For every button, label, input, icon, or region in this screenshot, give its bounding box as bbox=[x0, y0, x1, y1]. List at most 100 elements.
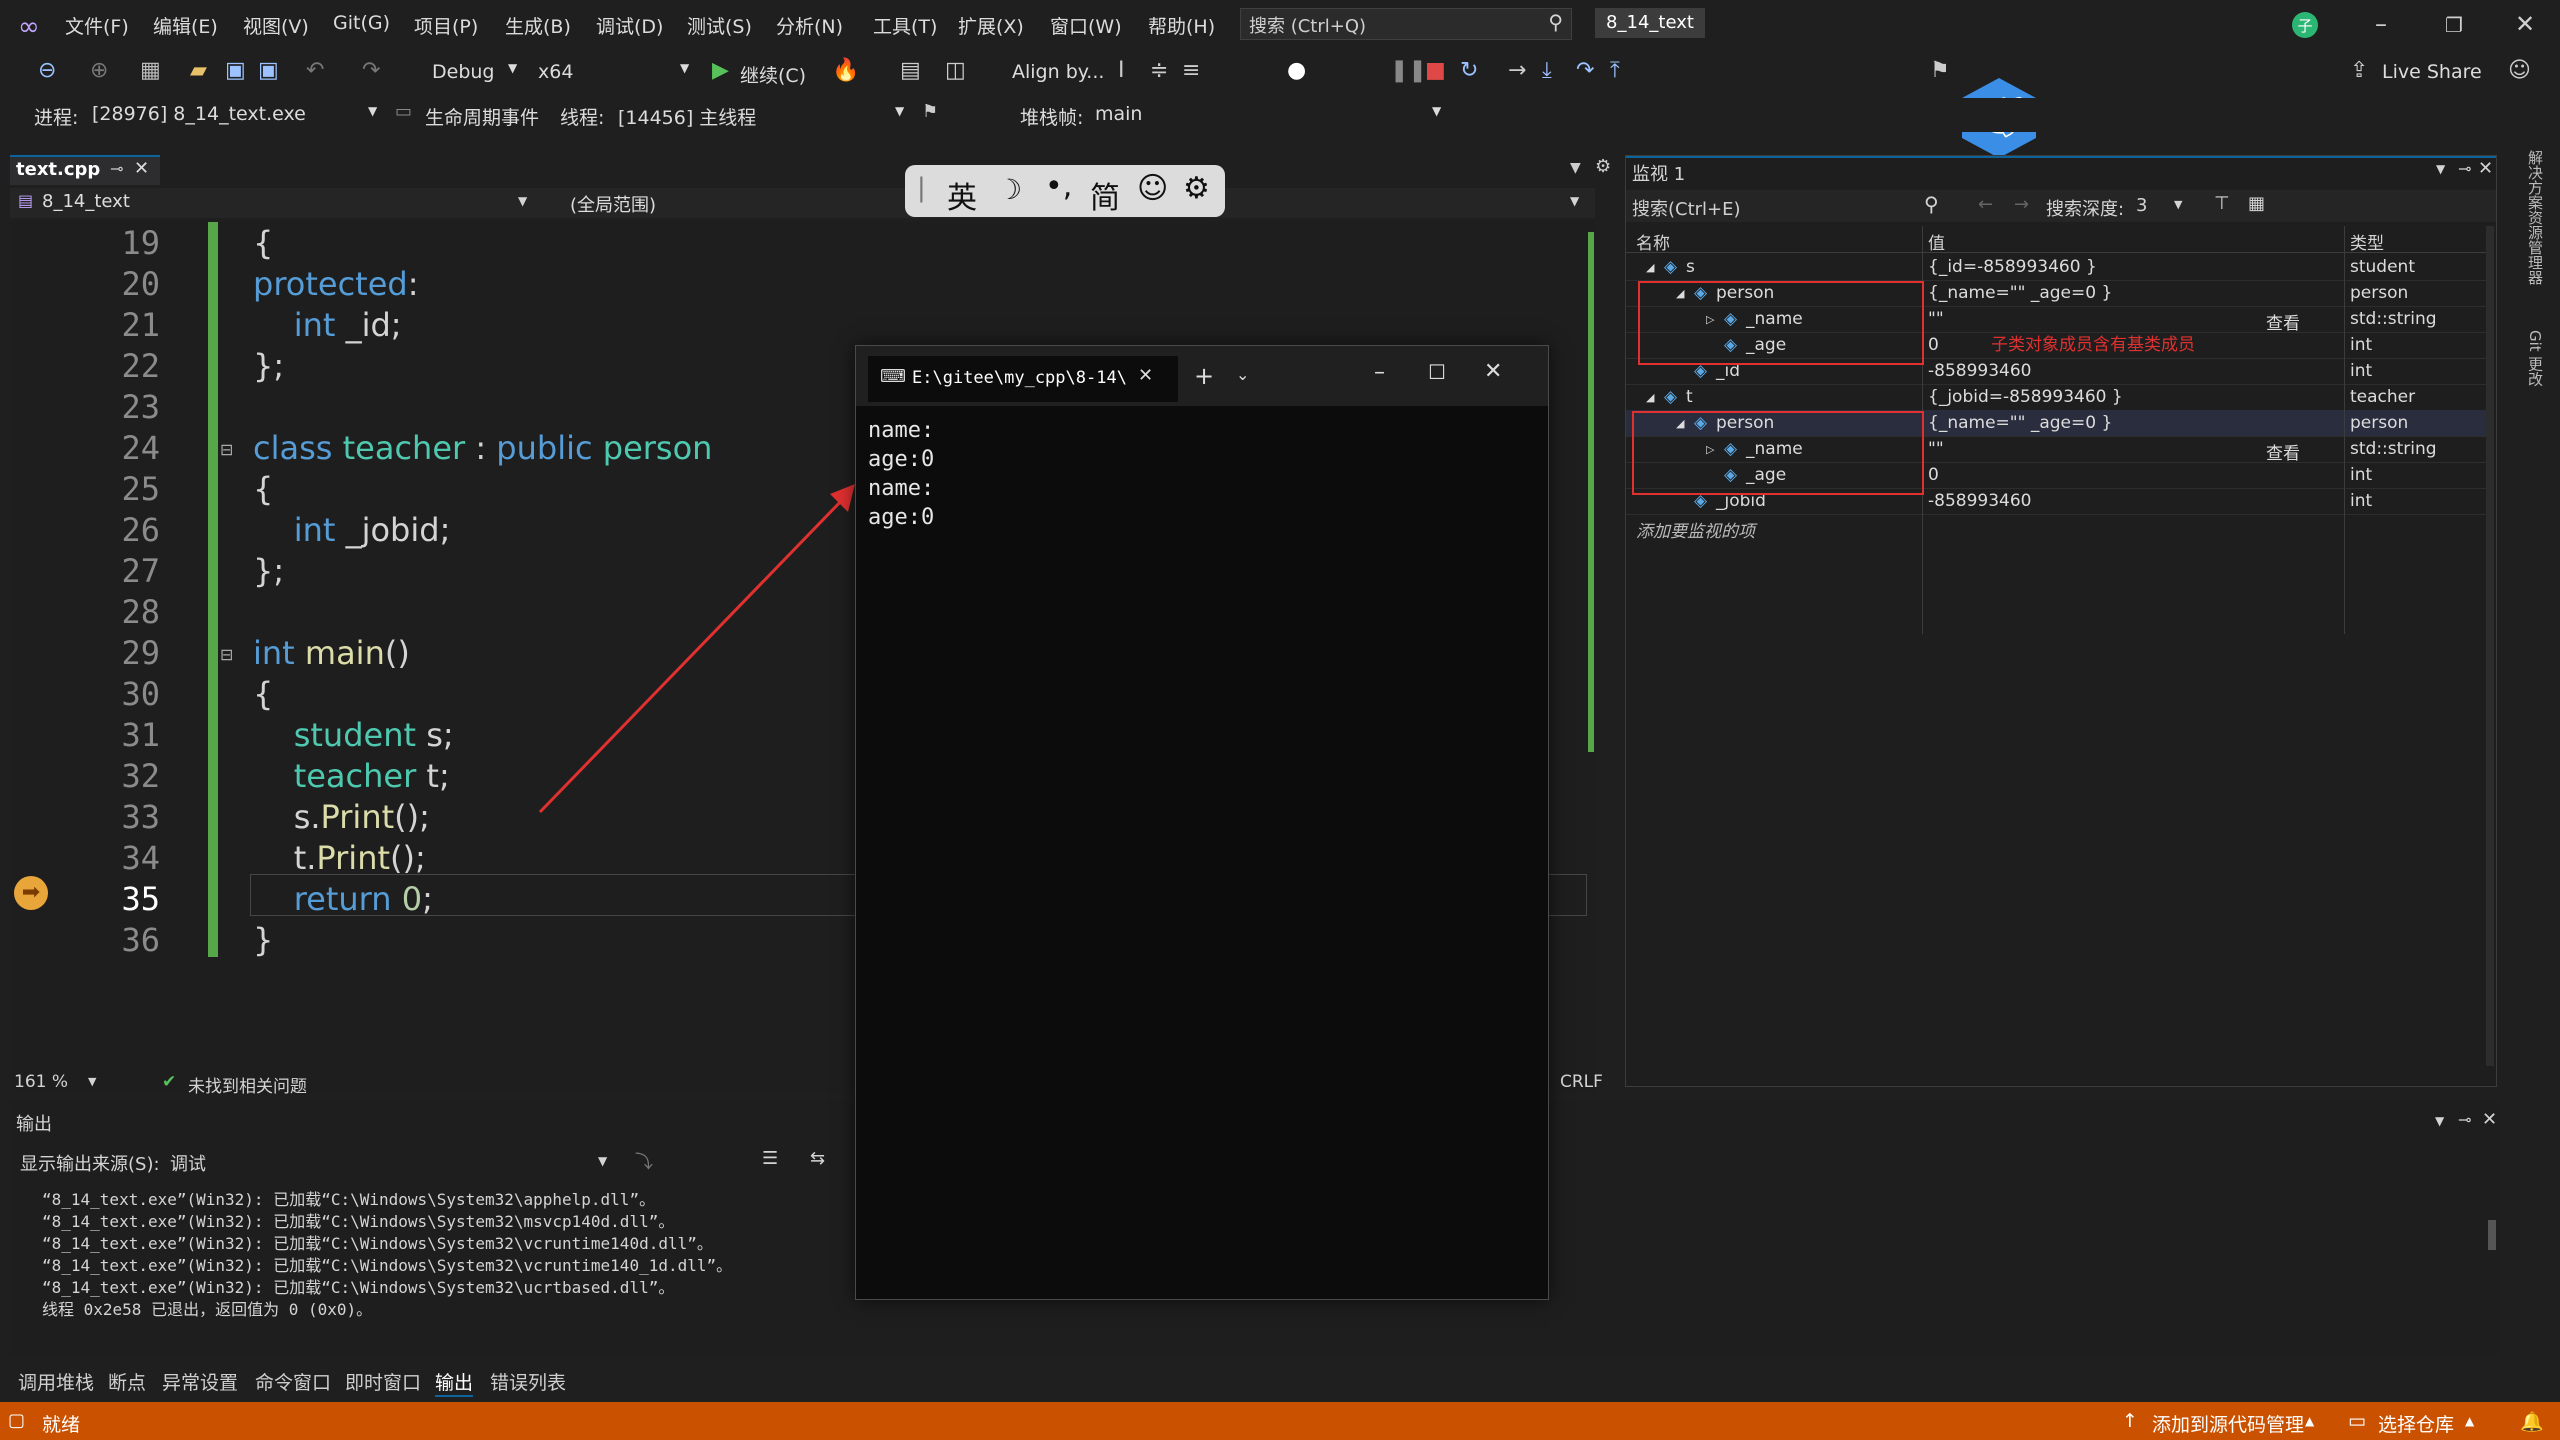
live-share-button[interactable]: Live Share bbox=[2382, 61, 2482, 83]
align-equal-icon[interactable]: ≡ bbox=[1182, 58, 1200, 83]
save-icon[interactable]: ▣ bbox=[225, 58, 246, 83]
tool-tab-5[interactable]: 输出 bbox=[435, 1368, 474, 1397]
scope-dropdown[interactable]: (全局范围) bbox=[570, 191, 656, 217]
select-repo-button[interactable]: 选择仓库 bbox=[2378, 1410, 2454, 1437]
menu-item-2[interactable]: 视图(V) bbox=[243, 12, 309, 39]
save-all-icon[interactable]: ▣ bbox=[258, 58, 279, 83]
project-dropdown[interactable]: 8_14_text bbox=[42, 191, 130, 212]
diagnostics-icon[interactable]: ▤ bbox=[900, 58, 921, 83]
pin-icon[interactable]: ⊸ bbox=[110, 159, 123, 178]
watch-value[interactable]: {_name="" _age=0 } bbox=[1928, 283, 2112, 303]
menu-item-12[interactable]: 帮助(H) bbox=[1148, 12, 1215, 39]
zoom-level[interactable]: 161 % bbox=[14, 1072, 68, 1092]
watch-value[interactable]: {_id=-858993460 } bbox=[1928, 257, 2097, 277]
expand-chevron-icon[interactable]: ◢ bbox=[1646, 261, 1654, 274]
col-header-name[interactable]: 名称 bbox=[1636, 229, 1670, 254]
output-scrollbar[interactable] bbox=[2488, 1220, 2496, 1250]
col-header-type[interactable]: 类型 bbox=[2350, 229, 2384, 254]
output-source-dropdown[interactable]: 调试 bbox=[170, 1150, 206, 1176]
vs-logo-icon[interactable]: ∞ bbox=[18, 12, 40, 42]
search-depth-dropdown[interactable]: 3 bbox=[2136, 195, 2147, 216]
punctuation-icon[interactable]: •, bbox=[1045, 169, 1072, 204]
add-watch-item[interactable]: 添加要监视的项 bbox=[1636, 517, 1755, 542]
ime-language-toggle[interactable]: 英 bbox=[947, 173, 977, 217]
ime-simplified-toggle[interactable]: 简 bbox=[1090, 173, 1120, 217]
output-pin-icon[interactable]: ⊸ bbox=[2458, 1110, 2471, 1129]
menu-item-6[interactable]: 调试(D) bbox=[596, 12, 663, 39]
watch-value[interactable]: {_jobid=-858993460 } bbox=[1928, 387, 2123, 407]
new-project-icon[interactable]: ▦ bbox=[140, 58, 161, 83]
thread-dropdown[interactable]: [14456] 主线程 bbox=[618, 103, 756, 130]
search-box[interactable]: 搜索 (Ctrl+Q) ⚲ bbox=[1240, 8, 1572, 40]
pause-icon[interactable]: ❚❚ bbox=[1390, 58, 1427, 83]
col-header-value[interactable]: 值 bbox=[1928, 229, 1945, 254]
watch-row[interactable]: ◢ ◈ s {_id=-858993460 } student bbox=[1626, 254, 2488, 281]
watch-value[interactable]: 0 bbox=[1928, 465, 1939, 485]
moon-icon[interactable]: ☽ bbox=[997, 173, 1022, 206]
emoji-icon[interactable]: ☺ bbox=[1137, 171, 1168, 206]
tab-text-cpp[interactable]: text.cpp ⊸ ✕ bbox=[10, 155, 160, 185]
output-clear-icon[interactable]: ☰ bbox=[762, 1148, 778, 1169]
console-tab[interactable]: ⌨ E:\gitee\my_cpp\8-14\ ✕ bbox=[868, 356, 1178, 402]
hot-reload-icon[interactable]: 🔥 bbox=[832, 58, 859, 83]
side-tab-git-changes[interactable]: Git 更改 bbox=[2525, 330, 2549, 410]
console-tab-close-icon[interactable]: ✕ bbox=[1138, 365, 1153, 386]
ime-handle-icon[interactable]: | bbox=[917, 173, 926, 203]
process-dropdown[interactable]: [28976] 8_14_text.exe bbox=[92, 103, 306, 125]
restart-icon[interactable]: ↻ bbox=[1460, 58, 1478, 83]
tool-tab-0[interactable]: 调用堆栈 bbox=[18, 1368, 94, 1395]
watch-pin-values-icon[interactable]: ⊤ bbox=[2214, 193, 2230, 214]
watch-row[interactable]: ◢ ◈ t {_jobid=-858993460 } teacher bbox=[1626, 384, 2488, 411]
ime-settings-icon[interactable]: ⚙ bbox=[1183, 171, 1210, 206]
menu-item-8[interactable]: 分析(N) bbox=[776, 12, 843, 39]
menu-item-3[interactable]: Git(G) bbox=[333, 12, 390, 34]
watch-value[interactable]: "" bbox=[1928, 439, 1944, 459]
collapse-main-icon[interactable]: ⊟ bbox=[220, 645, 233, 664]
continue-button[interactable]: 继续(C) bbox=[740, 61, 806, 88]
issues-status[interactable]: 未找到相关问题 bbox=[188, 1072, 307, 1097]
tab-close-icon[interactable]: ✕ bbox=[134, 158, 149, 179]
watch-menu-chevron-icon[interactable]: ▼ bbox=[2436, 162, 2445, 176]
menu-item-0[interactable]: 文件(F) bbox=[65, 12, 129, 39]
step-out-icon[interactable]: ⤒ bbox=[1610, 58, 1620, 83]
back-icon[interactable]: ⊖ bbox=[38, 58, 56, 83]
tool-tab-6[interactable]: 错误列表 bbox=[490, 1368, 566, 1395]
bookmark-icon[interactable]: ⚑ bbox=[1930, 58, 1950, 83]
watch-visualize-icon[interactable]: ▦ bbox=[2248, 193, 2265, 214]
watch-pin-icon[interactable]: ⊸ bbox=[2458, 159, 2471, 178]
output-menu-chevron-icon[interactable]: ▼ bbox=[2435, 1114, 2444, 1128]
string-visualizer-button[interactable]: 查看 bbox=[2266, 439, 2300, 464]
menu-item-10[interactable]: 扩展(X) bbox=[958, 12, 1024, 39]
watch-search-input[interactable]: 搜索(Ctrl+E) bbox=[1632, 195, 1741, 221]
menu-item-7[interactable]: 测试(S) bbox=[687, 12, 752, 39]
watch-value[interactable]: 0 bbox=[1928, 335, 1939, 355]
align-center-icon[interactable]: ≑ bbox=[1150, 58, 1168, 83]
platform-dropdown[interactable]: x64 bbox=[538, 61, 573, 83]
restore-icon[interactable]: ❐ bbox=[2445, 13, 2463, 37]
watch-value[interactable]: -858993460 bbox=[1928, 361, 2031, 381]
watch-value[interactable]: -858993460 bbox=[1928, 491, 2031, 511]
console-maximize-icon[interactable]: ☐ bbox=[1428, 360, 1446, 384]
watch-value[interactable]: {_name="" _age=0 } bbox=[1928, 413, 2112, 433]
tool-tab-4[interactable]: 即时窗口 bbox=[345, 1368, 421, 1395]
output-goto-icon[interactable]: ⤵ bbox=[635, 1148, 653, 1174]
expand-chevron-icon[interactable]: ◢ bbox=[1646, 391, 1654, 404]
tool-tab-2[interactable]: 异常设置 bbox=[162, 1368, 238, 1395]
open-folder-icon[interactable]: ▰ bbox=[190, 58, 207, 83]
avatar[interactable]: 子 bbox=[2292, 12, 2318, 38]
watch-close-icon[interactable]: ✕ bbox=[2478, 158, 2493, 179]
watch-value[interactable]: "" bbox=[1928, 309, 1944, 329]
step-into-icon[interactable]: ⤓ bbox=[1542, 58, 1552, 83]
text-cursor-icon[interactable]: I bbox=[1118, 58, 1125, 83]
menu-item-9[interactable]: 工具(T) bbox=[873, 12, 937, 39]
lifecycle-icon[interactable]: ▭ bbox=[395, 101, 412, 122]
live-share-icon[interactable]: ⇪ bbox=[2350, 58, 2368, 83]
align-by-button[interactable]: Align by... bbox=[1012, 61, 1104, 83]
add-watch-row[interactable]: 添加要监视的项 bbox=[1626, 514, 2488, 542]
editor-scrollbar[interactable] bbox=[1588, 232, 1594, 752]
new-tab-icon[interactable]: + bbox=[1194, 362, 1214, 390]
menu-item-1[interactable]: 编辑(E) bbox=[153, 12, 218, 39]
line-ending[interactable]: CRLF bbox=[1560, 1072, 1603, 1092]
step-over-icon[interactable]: ↷ bbox=[1576, 58, 1594, 83]
watch-scrollbar[interactable] bbox=[2486, 226, 2494, 1066]
